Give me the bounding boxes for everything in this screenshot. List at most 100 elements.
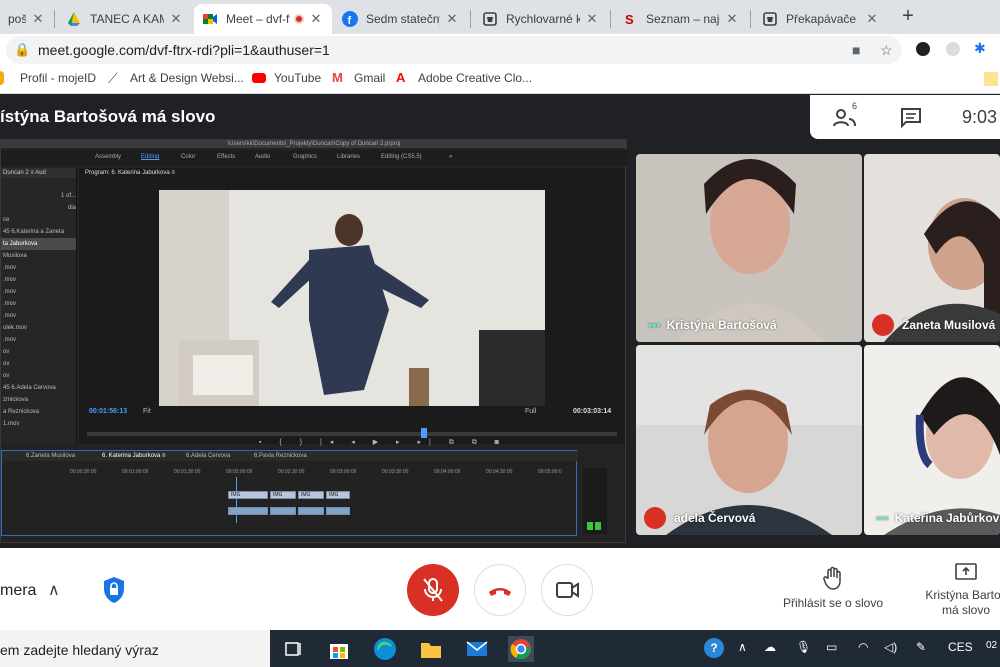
bookmark-adobe[interactable]: A Adobe Creative Clo... — [396, 71, 532, 86]
program-scrubber[interactable] — [87, 428, 617, 438]
leave-call-button[interactable] — [474, 564, 526, 616]
clock-text[interactable]: 02 — [986, 640, 997, 651]
presenting-button[interactable]: Kristýna Bartoš má slovo — [906, 562, 1000, 618]
lock-icon[interactable]: 🔒 — [14, 42, 30, 58]
close-icon[interactable]: ✕ — [584, 11, 600, 27]
project-item[interactable]: olek.mov — [1, 322, 76, 334]
camera-label[interactable]: mera — [0, 582, 36, 600]
tab-sedm-statecnych[interactable]: f Sedm statečných ✕ — [334, 4, 468, 34]
address-bar[interactable]: 🔒 meet.google.com/dvf-ftrx-rdi?pli=1&aut… — [6, 36, 902, 64]
chat-button[interactable] — [900, 107, 922, 134]
reading-list-icon[interactable] — [984, 72, 998, 86]
tab-prekapavace[interactable]: Překapávače ká ✕ — [754, 4, 888, 34]
workspace-tab[interactable]: Color — [181, 154, 195, 160]
wifi-icon[interactable]: ◠ — [858, 640, 868, 654]
project-item[interactable]: .mov — [1, 262, 76, 274]
participant-tile[interactable]: ••• Kristýna Bartošová — [636, 154, 862, 342]
raise-hand-button[interactable]: Přihlásit se o slovo — [770, 566, 896, 610]
video-clip[interactable]: IMG — [326, 491, 350, 499]
project-item[interactable]: ov — [1, 358, 76, 370]
workspace-tab[interactable]: Graphics — [293, 154, 317, 160]
participant-tile[interactable]: ••• Kateřina Jabůrková — [864, 345, 1000, 535]
project-item[interactable]: .mov — [1, 274, 76, 286]
toggle-microphone-button[interactable] — [407, 564, 459, 616]
chevron-up-icon[interactable]: ∧ — [738, 640, 747, 654]
more-icon[interactable]: » — [449, 154, 452, 160]
workspace-tab[interactable]: Editing — [141, 154, 159, 160]
extension-icon[interactable] — [946, 42, 960, 56]
tab-tanec-a-kamera[interactable]: TANEC A KAMERA ✕ — [58, 4, 192, 34]
project-item[interactable] — [1, 178, 76, 190]
tab-rychlovarne-konvice[interactable]: Rychlovarné kon ✕ — [474, 4, 608, 34]
volume-icon[interactable]: ◁) — [884, 640, 897, 654]
project-item[interactable]: .mov — [1, 286, 76, 298]
project-item[interactable]: ov — [1, 346, 76, 358]
chevron-up-icon[interactable]: ∧ — [48, 580, 60, 600]
language-indicator[interactable]: CES — [948, 640, 973, 654]
close-icon[interactable]: ✕ — [724, 11, 740, 27]
timeline-playhead[interactable] — [236, 477, 237, 523]
close-icon[interactable]: ✕ — [308, 11, 324, 27]
participant-tile[interactable]: Žaneta Musilová — [864, 154, 1000, 342]
project-item[interactable]: dia — [1, 202, 76, 214]
project-item[interactable]: .mov — [1, 310, 76, 322]
project-item[interactable]: 1.mov — [1, 418, 76, 430]
microphone-icon[interactable]: 🎙 — [796, 640, 811, 654]
project-item[interactable]: ce — [1, 214, 76, 226]
video-clip[interactable]: IMG — [228, 491, 268, 499]
edge-icon[interactable] — [372, 636, 398, 662]
tab-meet[interactable]: Meet – dvf-ftrx-rdi ✕ — [194, 4, 332, 34]
audio-clip[interactable] — [270, 507, 296, 515]
sequence-tab[interactable]: 6. Katerina Jaburkova ≡ — [102, 453, 166, 459]
close-icon[interactable]: ✕ — [168, 11, 184, 27]
mail-icon[interactable] — [464, 636, 490, 662]
project-item[interactable]: a Reznickova — [1, 406, 76, 418]
project-item[interactable]: .mov — [1, 334, 76, 346]
star-icon[interactable]: ☆ — [880, 42, 893, 59]
camera-icon[interactable]: ▭ — [826, 640, 837, 654]
resolution-dropdown[interactable]: Full — [525, 408, 536, 415]
extension-icon[interactable] — [916, 42, 930, 56]
workspace-tab[interactable]: Effects — [217, 154, 235, 160]
project-item[interactable]: ov — [1, 370, 76, 382]
project-item[interactable]: .mov — [1, 298, 76, 310]
toggle-camera-button[interactable] — [541, 564, 593, 616]
people-button[interactable]: 6 — [832, 101, 858, 134]
playhead[interactable] — [421, 428, 427, 438]
workspace-tab[interactable]: Assembly — [95, 154, 121, 160]
audio-clip[interactable] — [326, 507, 350, 515]
pen-icon[interactable]: ✎ — [916, 640, 926, 654]
close-icon[interactable]: ✕ — [864, 11, 880, 27]
sequence-tab[interactable]: 6.Adela Cervova — [186, 453, 230, 459]
tab-posta[interactable]: pošta ✕ — [0, 4, 54, 34]
audio-clip[interactable] — [228, 507, 268, 515]
bookmark-youtube[interactable]: YouTube — [252, 71, 321, 85]
transport-controls[interactable]: ▪ { } |◂ ◂ ▶ ▸ ▸| ⧉ ⧉ ◙ — [259, 438, 507, 447]
shield-lock-icon[interactable] — [102, 576, 126, 604]
project-item[interactable]: Musilova — [1, 250, 76, 262]
project-item[interactable]: 45 6.Adela Cervova — [1, 382, 76, 394]
tab-seznam[interactable]: S Seznam – najdu ✕ — [614, 4, 748, 34]
participant-tile[interactable]: adela Červová — [636, 345, 862, 535]
file-explorer-icon[interactable] — [418, 636, 444, 662]
close-icon[interactable]: ✕ — [444, 11, 460, 27]
help-icon[interactable]: ? — [704, 638, 724, 658]
sequence-tab[interactable]: 6.Pavla Reznickova — [254, 453, 307, 459]
audio-clip[interactable] — [298, 507, 324, 515]
project-item[interactable]: ta Jaburkova — [1, 238, 76, 250]
project-item[interactable]: 45 6.Katerina a Zaneta — [1, 226, 76, 238]
taskbar-search-box[interactable]: em zadejte hledaný výraz — [0, 630, 270, 667]
bookmark-profil-mojeid[interactable]: Profil - mojeID — [0, 71, 96, 85]
bookmark-art-design[interactable]: ⟋ Art & Design Websi... — [108, 71, 244, 85]
onedrive-icon[interactable]: ☁ — [764, 640, 776, 654]
video-clip[interactable]: IMG — [298, 491, 324, 499]
project-item[interactable]: zmickova — [1, 394, 76, 406]
microsoft-store-icon[interactable] — [326, 636, 352, 662]
workspace-tab[interactable]: Libraries — [337, 154, 360, 160]
workspace-tab[interactable]: Editing (CS5.5) — [381, 154, 422, 160]
workspace-tab[interactable]: Audio — [255, 154, 270, 160]
task-view-icon[interactable] — [280, 636, 306, 662]
new-tab-button[interactable]: + — [898, 6, 918, 26]
close-icon[interactable]: ✕ — [30, 11, 46, 27]
current-timecode[interactable]: 00:01:56:13 — [89, 408, 127, 415]
